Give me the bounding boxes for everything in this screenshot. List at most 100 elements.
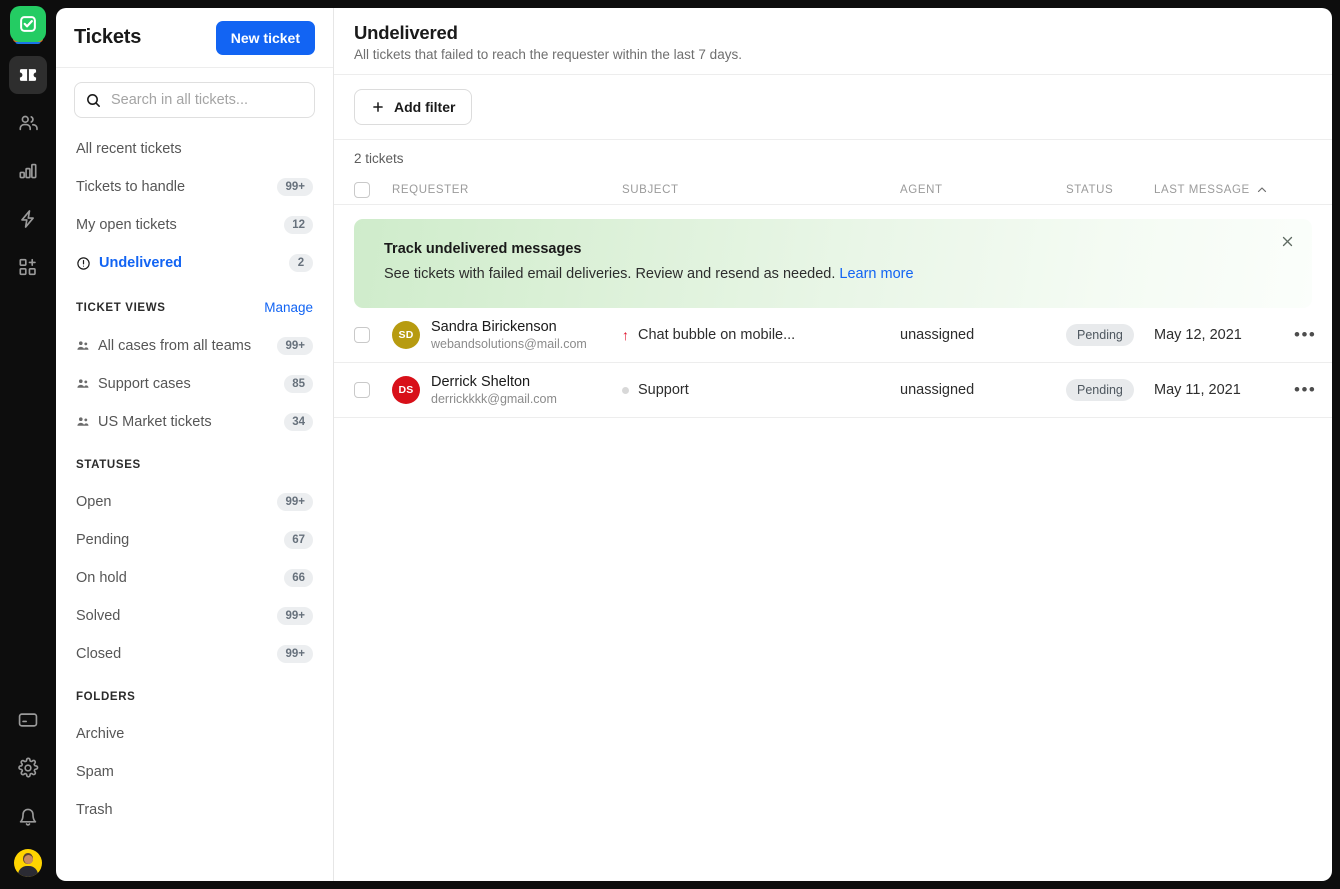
- agent-cell: unassigned: [900, 382, 975, 398]
- sidebar-item-trash[interactable]: Trash: [66, 791, 323, 829]
- sidebar-item-badge: 67: [284, 531, 313, 549]
- banner-close-button[interactable]: [1276, 230, 1298, 252]
- avatar-body: [18, 866, 38, 877]
- sidebar-item-label: Undelivered: [99, 255, 182, 271]
- new-ticket-button[interactable]: New ticket: [215, 20, 315, 55]
- add-filter-label: Add filter: [394, 99, 456, 115]
- sidebar-item-my-open-tickets[interactable]: My open tickets 12: [66, 206, 323, 244]
- section-header-folders: FOLDERS: [56, 673, 333, 709]
- sidebar-item-badge: 99+: [277, 607, 313, 625]
- row-actions-cell: •••: [1294, 326, 1316, 344]
- view-title: Undelivered: [354, 22, 458, 43]
- team-icon: [76, 415, 90, 429]
- sidebar-item-support-cases[interactable]: Support cases 85: [66, 365, 323, 403]
- priority-high-icon: ↑: [622, 327, 629, 343]
- sidebar: Tickets New ticket All recent tickets Ti…: [56, 8, 334, 881]
- column-header-status[interactable]: STATUS: [1066, 184, 1154, 196]
- main-header: Undelivered All tickets that failed to r…: [334, 8, 1332, 75]
- sidebar-item-on-hold[interactable]: On hold 66: [66, 559, 323, 597]
- sidebar-item-badge: 85: [284, 375, 313, 393]
- sidebar-item-label: Open: [76, 494, 112, 510]
- sidebar-item-label: US Market tickets: [98, 414, 212, 430]
- ticket-count: 2 tickets: [354, 151, 404, 166]
- sidebar-item-label: On hold: [76, 570, 127, 586]
- ticket-views-list: All cases from all teams 99+ Support cas…: [56, 321, 333, 441]
- folders-list: Archive Spam Trash: [56, 709, 333, 829]
- sidebar-item-label: Archive: [76, 726, 125, 742]
- banner-description: See tickets with failed email deliveries…: [384, 266, 836, 282]
- rail-item-contacts[interactable]: [9, 104, 47, 142]
- rail-item-automations[interactable]: [9, 200, 47, 238]
- team-icon: [76, 377, 90, 391]
- sidebar-item-spam[interactable]: Spam: [66, 753, 323, 791]
- sidebar-item-label: All recent tickets: [76, 141, 182, 157]
- tickets-icon: [19, 69, 37, 81]
- banner-title: Track undelivered messages: [384, 241, 582, 257]
- view-subtitle: All tickets that failed to reach the req…: [354, 47, 742, 62]
- app-logo[interactable]: [10, 6, 46, 44]
- sidebar-item-label: My open tickets: [76, 217, 177, 233]
- sidebar-item-all-recent-tickets[interactable]: All recent tickets: [66, 130, 323, 168]
- sidebar-item-closed[interactable]: Closed 99+: [66, 635, 323, 673]
- sidebar-item-undelivered[interactable]: Undelivered 2: [66, 244, 323, 282]
- sidebar-item-label: Tickets to handle: [76, 179, 186, 195]
- contacts-icon: [19, 115, 38, 131]
- row-select-cell: [354, 382, 392, 398]
- agent-cell: unassigned: [900, 327, 975, 343]
- row-checkbox[interactable]: [354, 327, 370, 343]
- rail-item-settings[interactable]: [9, 749, 47, 787]
- sidebar-item-badge: 99+: [277, 178, 313, 196]
- search-icon: [85, 92, 102, 109]
- sidebar-item-us-market-tickets[interactable]: US Market tickets 34: [66, 403, 323, 441]
- rail-item-apps[interactable]: [9, 248, 47, 286]
- section-title: FOLDERS: [76, 691, 136, 703]
- banner-text: See tickets with failed email deliveries…: [384, 266, 1288, 282]
- last-message-cell: May 11, 2021: [1154, 382, 1241, 398]
- banner-container: Track undelivered messages See tickets w…: [334, 205, 1332, 308]
- rail-item-notifications[interactable]: [9, 797, 47, 835]
- select-all-checkbox[interactable]: [354, 181, 370, 198]
- subject-text: Chat bubble on mobile...: [638, 327, 796, 343]
- rail-item-reports[interactable]: [9, 152, 47, 190]
- plus-icon: [371, 100, 385, 114]
- close-icon: [1280, 234, 1295, 249]
- main-panel: Undelivered All tickets that failed to r…: [334, 8, 1332, 881]
- sidebar-item-solved[interactable]: Solved 99+: [66, 597, 323, 635]
- search-box[interactable]: [74, 82, 315, 118]
- quick-views-list: All recent tickets Tickets to handle 99+…: [56, 124, 333, 282]
- sidebar-item-tickets-to-handle[interactable]: Tickets to handle 99+: [66, 168, 323, 206]
- sidebar-item-label: Solved: [76, 608, 121, 624]
- requester-cell: SD Sandra Birickenson webandsolutions@ma…: [392, 319, 622, 352]
- table-row[interactable]: DS Derrick Shelton derrickkkk@gmail.com …: [334, 363, 1332, 418]
- requester-email: webandsolutions@mail.com: [431, 336, 587, 351]
- icon-rail: [0, 0, 56, 889]
- table-row[interactable]: SD Sandra Birickenson webandsolutions@ma…: [334, 308, 1332, 363]
- alert-circle-icon: [76, 256, 91, 271]
- sidebar-item-badge: 2: [289, 254, 313, 272]
- column-header-requester[interactable]: REQUESTER: [392, 184, 622, 196]
- column-header-subject[interactable]: SUBJECT: [622, 184, 900, 196]
- manage-views-link[interactable]: Manage: [264, 300, 313, 315]
- sidebar-item-open[interactable]: Open 99+: [66, 483, 323, 521]
- column-header-agent[interactable]: AGENT: [900, 184, 1066, 196]
- automations-icon: [21, 210, 34, 228]
- search-input[interactable]: [111, 92, 304, 108]
- last-message-cell: May 12, 2021: [1154, 327, 1242, 343]
- status-badge: Pending: [1066, 324, 1134, 346]
- gear-icon: [18, 757, 39, 778]
- sidebar-item-pending[interactable]: Pending 67: [66, 521, 323, 559]
- user-avatar[interactable]: [14, 849, 42, 877]
- add-filter-button[interactable]: Add filter: [354, 89, 473, 125]
- sidebar-item-archive[interactable]: Archive: [66, 715, 323, 753]
- column-header-last-message[interactable]: LAST MESSAGE: [1154, 184, 1294, 196]
- statuses-list: Open 99+ Pending 67 On hold 66 Solved 99…: [56, 477, 333, 673]
- learn-more-link[interactable]: Learn more: [839, 266, 913, 282]
- rail-item-billing[interactable]: [9, 701, 47, 739]
- subject-text: Support: [638, 382, 689, 398]
- row-more-button[interactable]: •••: [1294, 380, 1316, 399]
- rail-item-tickets[interactable]: [9, 56, 47, 94]
- section-header-statuses: STATUSES: [56, 441, 333, 477]
- row-checkbox[interactable]: [354, 382, 370, 398]
- sidebar-item-all-cases-from-all-teams[interactable]: All cases from all teams 99+: [66, 327, 323, 365]
- row-more-button[interactable]: •••: [1294, 325, 1316, 344]
